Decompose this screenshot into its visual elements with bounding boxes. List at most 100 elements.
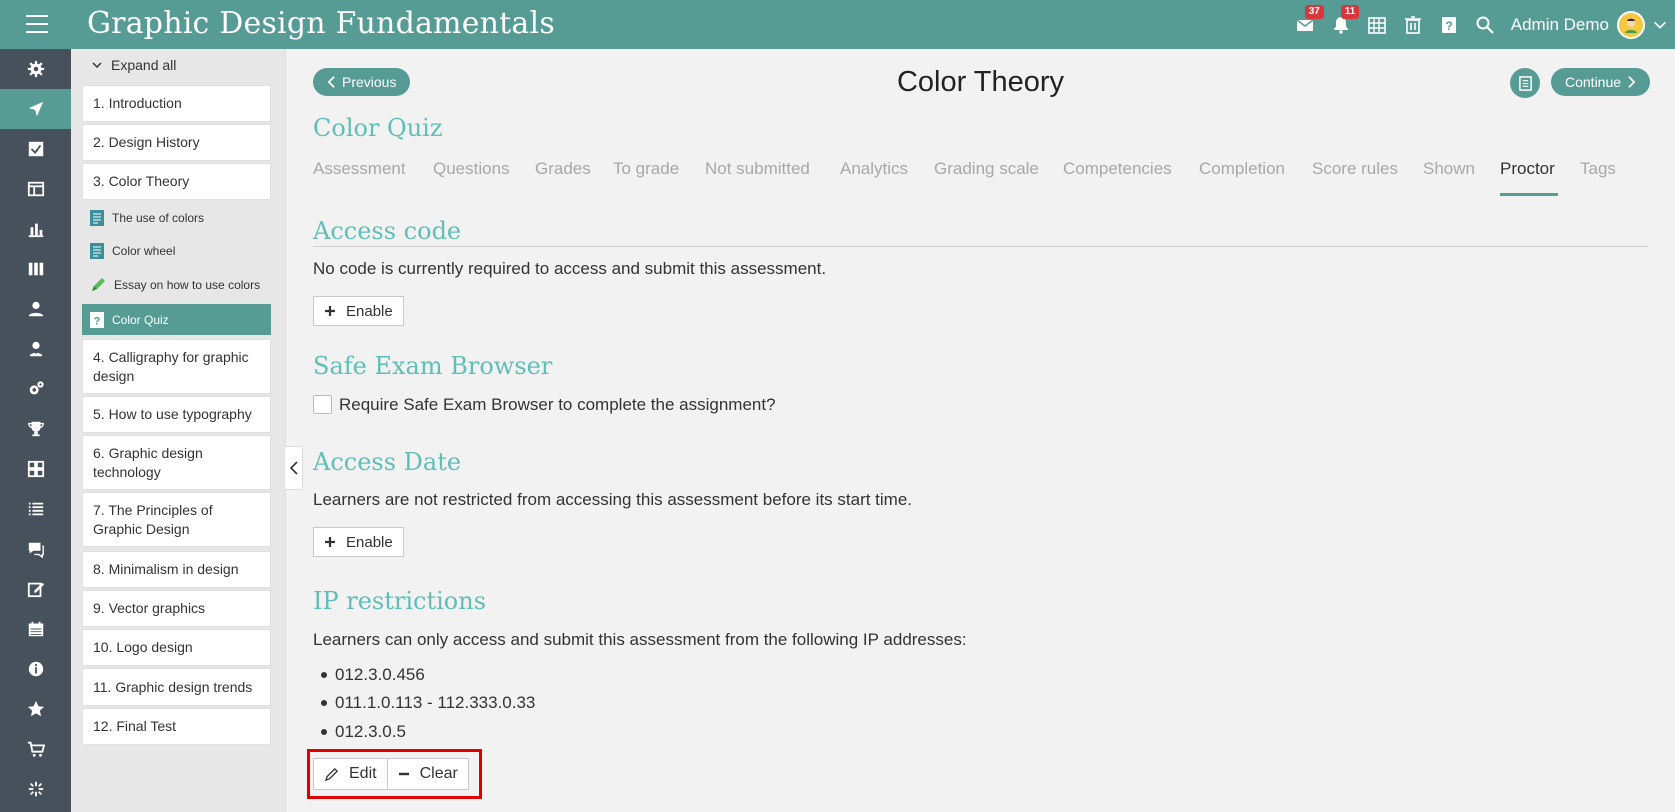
tab-grades[interactable]: Grades — [535, 159, 591, 179]
calendar-button[interactable] — [1359, 0, 1395, 49]
access-date-text: Learners are not restricted from accessi… — [313, 490, 913, 509]
plus-icon — [325, 306, 335, 316]
rail-layout[interactable] — [0, 169, 71, 209]
trash-button[interactable] — [1395, 0, 1431, 49]
chevron-right-icon — [1628, 76, 1636, 88]
highlight-box — [307, 749, 482, 799]
expand-all-label: Expand all — [111, 57, 177, 73]
access-code-enable-button[interactable]: Enable — [313, 296, 404, 326]
bullet — [321, 672, 327, 678]
avatar[interactable] — [1617, 10, 1645, 39]
edit-icon — [27, 582, 44, 598]
rail-catalog[interactable] — [0, 249, 71, 289]
rail-user[interactable] — [0, 289, 71, 329]
continue-label: Continue — [1565, 74, 1622, 90]
access-date-enable-button[interactable]: Enable — [313, 527, 404, 557]
outline-sub-use-of-colors[interactable]: The use of colors — [90, 207, 271, 229]
tab-shown[interactable]: Shown — [1423, 159, 1475, 179]
rail-achievements[interactable] — [0, 409, 71, 449]
ip-address-item: 011.1.0.113 - 112.333.0.33 — [335, 693, 536, 712]
tab-tags[interactable]: Tags — [1580, 159, 1616, 179]
rail-grid[interactable] — [0, 449, 71, 489]
tab-analytics[interactable]: Analytics — [840, 159, 908, 179]
quiz-icon: ? — [90, 311, 104, 328]
menu-icon[interactable] — [26, 15, 48, 33]
toc-button[interactable] — [1510, 68, 1540, 98]
user-icon — [28, 301, 43, 317]
tab-assessment[interactable]: Assessment — [313, 159, 406, 179]
rail-settings[interactable] — [0, 49, 71, 89]
outline-sub-essay[interactable]: Essay on how to use colors — [90, 274, 271, 296]
rail-list[interactable] — [0, 489, 71, 529]
top-icons: 37 11 ? Admin Demo — [1287, 0, 1675, 49]
rail-discussions[interactable] — [0, 529, 71, 569]
user-name[interactable]: Admin Demo — [1511, 15, 1609, 35]
outline-unit-11[interactable]: 11. Graphic design trends — [82, 668, 271, 706]
tab-to-grade[interactable]: To grade — [613, 159, 679, 179]
sparkle-icon — [28, 781, 43, 797]
outline-sub-color-quiz[interactable]: ? Color Quiz — [82, 304, 271, 335]
tab-not-submitted[interactable]: Not submitted — [705, 159, 810, 179]
rail-calendar[interactable] — [0, 609, 71, 649]
seb-checkbox-label[interactable]: Require Safe Exam Browser to complete th… — [339, 395, 776, 415]
rail-more[interactable] — [0, 769, 71, 809]
tab-questions[interactable]: Questions — [433, 159, 510, 179]
help-button[interactable]: ? — [1431, 0, 1467, 49]
outline-unit-4[interactable]: 4. Calligraphy for graphic design — [82, 339, 271, 394]
outline-unit-8[interactable]: 8. Minimalism in design — [82, 551, 271, 588]
outline-unit-3[interactable]: 3. Color Theory — [82, 163, 271, 200]
document-icon — [90, 210, 104, 226]
rail-reports[interactable] — [0, 209, 71, 249]
rail-users[interactable] — [0, 329, 71, 369]
expand-all-button[interactable]: Expand all — [91, 57, 176, 73]
rail-store[interactable] — [0, 729, 71, 769]
outline-unit-1[interactable]: 1. Introduction — [82, 85, 271, 122]
cogs-icon — [29, 381, 44, 395]
outline-sub-label: The use of colors — [112, 211, 205, 225]
top-bar: Graphic Design Fundamentals 37 11 ? Admi… — [0, 0, 1675, 49]
seb-checkbox[interactable] — [313, 395, 332, 414]
ip-restrictions-text: Learners can only access and submit this… — [313, 630, 967, 649]
access-code-title: Access code — [313, 217, 462, 245]
rail-assignments[interactable] — [0, 129, 71, 169]
messages-button[interactable]: 37 — [1287, 0, 1324, 49]
outline-unit-5[interactable]: 5. How to use typography — [82, 396, 271, 433]
notifications-button[interactable]: 11 — [1323, 0, 1360, 49]
calendar-grid-icon — [1367, 16, 1386, 34]
tab-completion[interactable]: Completion — [1199, 159, 1285, 179]
access-date-title: Access Date — [313, 448, 462, 476]
outline-unit-2[interactable]: 2. Design History — [82, 124, 271, 161]
outline-unit-10[interactable]: 10. Logo design — [82, 629, 271, 666]
rail-info[interactable] — [0, 649, 71, 689]
user-avatar-icon — [1625, 18, 1637, 33]
rail-edit[interactable] — [0, 569, 71, 609]
trophy-icon — [27, 421, 44, 437]
rail-favorites[interactable] — [0, 689, 71, 729]
ip-restrictions-title: IP restrictions — [313, 587, 487, 615]
continue-button[interactable]: Continue — [1551, 68, 1651, 96]
calendar-icon — [28, 621, 43, 637]
outline-unit-7[interactable]: 7. The Principles of Graphic Design — [82, 492, 271, 547]
app-title: Graphic Design Fundamentals — [87, 6, 555, 41]
pencil-icon — [92, 278, 105, 291]
info-icon — [28, 661, 43, 677]
chat-icon — [28, 542, 44, 558]
quiz-title: Color Quiz — [313, 114, 443, 142]
collapse-outline-button[interactable] — [285, 446, 303, 490]
user-menu-chevron[interactable] — [1645, 0, 1675, 49]
tab-score-rules[interactable]: Score rules — [1312, 159, 1398, 179]
tab-proctor[interactable]: Proctor — [1500, 159, 1555, 179]
plus-icon — [325, 537, 335, 547]
outline-unit-6[interactable]: 6. Graphic design technology — [82, 435, 271, 490]
outline-sub-color-wheel[interactable]: Color wheel — [90, 240, 271, 262]
tab-grading-scale[interactable]: Grading scale — [934, 159, 1039, 179]
bullet — [321, 729, 327, 735]
cart-icon — [27, 741, 45, 757]
tab-competencies[interactable]: Competencies — [1063, 159, 1172, 179]
rail-navigation[interactable] — [0, 89, 71, 129]
outline-unit-9[interactable]: 9. Vector graphics — [82, 590, 271, 627]
outline-unit-12[interactable]: 12. Final Test — [82, 708, 271, 745]
rail-admin-settings[interactable] — [0, 369, 71, 409]
svg-text:?: ? — [94, 315, 101, 327]
search-button[interactable] — [1467, 0, 1503, 49]
